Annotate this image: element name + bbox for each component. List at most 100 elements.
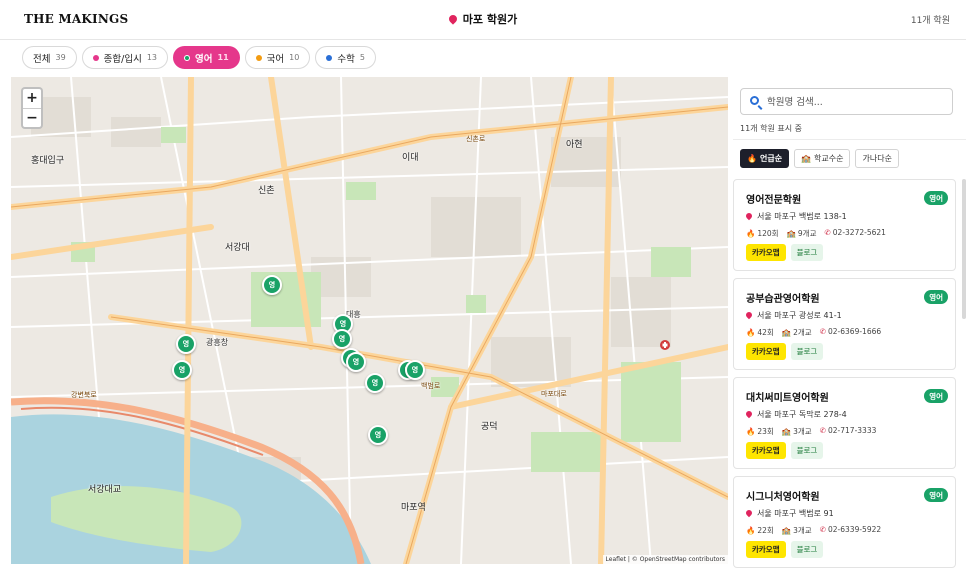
school-count: 🏫 9개교 — [787, 228, 817, 239]
map-label: 이대 — [402, 153, 419, 163]
kakao-map-button[interactable]: 카카오맵 — [746, 244, 786, 261]
filter-chip-count: 11 — [217, 53, 229, 62]
blog-button[interactable]: 블로그 — [790, 541, 824, 558]
academy-meta: 🔥 23회 🏫 3개교 ✆ 02-717-3333 — [746, 426, 876, 437]
academy-marker[interactable]: 영 — [262, 275, 282, 295]
filter-chip-count: 13 — [146, 53, 158, 62]
list-scrollbar[interactable] — [962, 179, 966, 319]
category-dot-icon — [326, 54, 333, 61]
phone-number: ✆ 02-6339-5922 — [820, 525, 881, 536]
blog-button[interactable]: 블로그 — [790, 343, 824, 360]
sort-schools-button[interactable]: 🏫 학교수순 — [794, 149, 851, 168]
map-road-label: 강변북로 — [71, 391, 97, 399]
academy-marker[interactable]: 영 — [332, 329, 352, 349]
mention-text: 22회 — [757, 526, 774, 535]
mention-text: 120회 — [757, 229, 779, 238]
academy-marker[interactable]: 영 — [405, 360, 425, 380]
filter-chip-korean[interactable]: 국어 10 — [244, 46, 311, 69]
academy-name: 대치써미트영어학원 — [746, 393, 829, 404]
phone-icon: ✆ — [819, 426, 827, 435]
address-text: 서울 마포구 광성로 41-1 — [757, 311, 842, 320]
category-filter-bar: 전체 39 종합/입시 13 영어 11 국어 10 수학 5 — [22, 46, 376, 70]
kakao-map-button[interactable]: 카카오맵 — [746, 442, 786, 459]
school-count: 🏫 3개교 — [782, 525, 812, 536]
map-label: 마포역 — [401, 503, 426, 513]
phone-text: 02-3272-5621 — [832, 228, 886, 237]
academy-address: 서울 마포구 백범로 138-1 — [744, 211, 847, 222]
card-actions: 카카오맵 블로그 — [746, 541, 824, 558]
academy-address: 서울 마포구 독막로 278-4 — [744, 409, 847, 420]
filter-chip-general[interactable]: 종합/입시 13 — [81, 46, 169, 69]
mention-count: 🔥 22회 — [746, 525, 774, 536]
blog-button[interactable]: 블로그 — [790, 442, 824, 459]
fire-icon: 🔥 — [746, 229, 756, 238]
mention-text: 23회 — [757, 427, 774, 436]
filter-chip-label: 영어 — [195, 53, 213, 65]
blog-button[interactable]: 블로그 — [790, 244, 824, 261]
filter-chip-label: 수학 — [337, 53, 355, 65]
phone-number: ✆ 02-6369-1666 — [820, 327, 881, 338]
school-count: 🏫 3개교 — [782, 426, 812, 437]
location-title: 마포 학원가 — [0, 11, 966, 27]
academy-card[interactable]: 영어전문학원 영어 서울 마포구 백범로 138-1 🔥 120회 🏫 9개교 ✆ 0… — [733, 179, 956, 271]
map-label: 서강대교 — [88, 485, 122, 495]
filter-chip-label: 종합/입시 — [103, 53, 142, 65]
filter-chip-count: 5 — [359, 53, 365, 62]
phone-icon: ✆ — [819, 327, 827, 336]
phone-icon: ✆ — [819, 525, 827, 534]
academy-card[interactable]: 시그니처영어학원 영어 서울 마포구 백범로 91 🔥 22회 🏫 3개교 ✆ 02-… — [733, 476, 956, 568]
academy-marker[interactable]: 영 — [176, 334, 196, 354]
school-text: 2개교 — [793, 328, 812, 337]
fire-icon: 🔥 — [746, 328, 756, 337]
kakao-map-button[interactable]: 카카오맵 — [746, 343, 786, 360]
map-label: 광흥창 — [206, 338, 229, 347]
filter-chip-math[interactable]: 수학 5 — [315, 46, 376, 69]
app-header: THE MAKINGS 마포 학원가 11개 학원 — [0, 0, 966, 40]
map-road-label: 신촌로 — [466, 135, 486, 143]
academy-marker[interactable]: 영 — [368, 425, 388, 445]
academy-name: 시그니처영어학원 — [746, 492, 820, 503]
map-view[interactable]: 홍대입구 서강대 신촌 이대 마포역 서강대교 아현 공덕 신촌로 마포대로 강… — [11, 77, 728, 564]
academy-card[interactable]: 공부습관영어학원 영어 서울 마포구 광성로 41-1 🔥 42회 🏫 2개교 ✆ 0… — [733, 278, 956, 370]
address-text: 서울 마포구 백범로 91 — [757, 509, 834, 518]
mention-count: 🔥 120회 — [746, 228, 779, 239]
map-attribution[interactable]: Leaflet | © OpenStreetMap contributors — [602, 555, 728, 564]
academy-card[interactable]: 대치써미트영어학원 영어 서울 마포구 독막로 278-4 🔥 23회 🏫 3개교 … — [733, 377, 956, 469]
phone-number: ✆ 02-717-3333 — [820, 426, 877, 437]
card-actions: 카카오맵 블로그 — [746, 244, 824, 261]
sort-mentions-button[interactable]: 🔥 언급순 — [740, 149, 790, 168]
category-badge: 영어 — [924, 191, 948, 205]
academy-sidebar: 11개 학원 표시 중 🔥언급순 🏫학교수순 가나다순 영어전문학원 영어 서울… — [733, 77, 966, 578]
academy-marker[interactable]: 영 — [346, 352, 366, 372]
filter-chip-all[interactable]: 전체 39 — [22, 46, 77, 69]
category-badge: 영어 — [924, 488, 948, 502]
card-actions: 카카오맵 블로그 — [746, 343, 824, 360]
school-icon: 🏫 — [786, 229, 796, 238]
location-label: 마포 학원가 — [462, 13, 518, 26]
sort-alphabetical-button[interactable]: 가나다순 — [855, 149, 899, 168]
map-road-label: 백범로 — [421, 382, 441, 390]
filter-chip-count: 39 — [55, 53, 66, 62]
zoom-in-button[interactable]: + — [23, 89, 41, 108]
phone-text: 02-6339-5922 — [828, 525, 882, 534]
phone-number: ✆ 02-3272-5621 — [824, 228, 885, 239]
mention-count: 🔥 23회 — [746, 426, 774, 437]
school-icon: 🏫 — [801, 154, 812, 163]
search-input[interactable] — [767, 93, 947, 111]
school-icon: 🏫 — [781, 328, 792, 337]
filter-chip-label: 전체 — [33, 53, 51, 65]
academy-marker[interactable]: 영 — [365, 373, 385, 393]
academy-meta: 🔥 120회 🏫 9개교 ✆ 02-3272-5621 — [746, 228, 886, 239]
academy-marker[interactable]: 영 — [172, 360, 192, 380]
kakao-map-button[interactable]: 카카오맵 — [746, 541, 786, 558]
zoom-control: + − — [21, 87, 43, 129]
map-label: 신촌 — [258, 186, 275, 196]
zoom-out-button[interactable]: − — [23, 108, 41, 127]
fire-icon: 🔥 — [747, 154, 757, 163]
school-count: 🏫 2개교 — [782, 327, 812, 338]
filter-chip-english[interactable]: 영어 11 — [173, 46, 240, 69]
category-dot-icon — [92, 54, 99, 61]
category-dot-icon — [255, 54, 262, 61]
pin-icon — [744, 508, 754, 518]
map-label: 공덕 — [481, 422, 498, 432]
